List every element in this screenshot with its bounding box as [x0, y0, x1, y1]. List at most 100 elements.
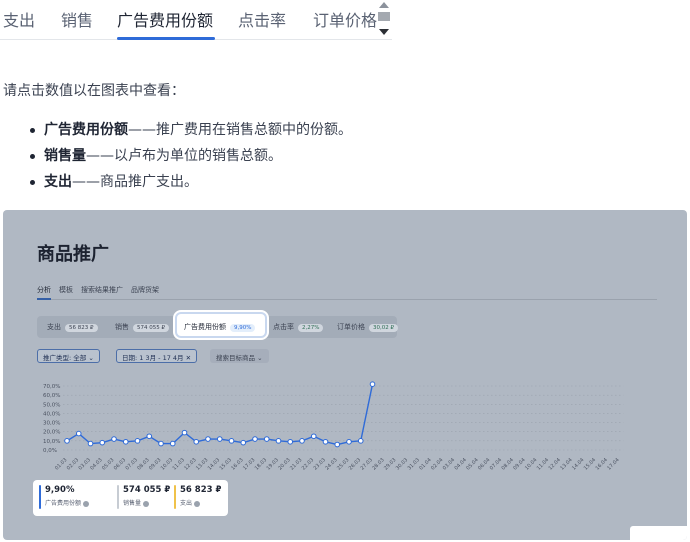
x-tick-label: 17.04	[606, 457, 620, 471]
x-tick-label: 07.03	[125, 457, 139, 471]
y-tick-label: 60,0%	[43, 393, 60, 399]
term: 支出	[44, 174, 72, 190]
data-point	[310, 433, 317, 440]
x-tick-label: 15.04	[583, 457, 597, 471]
x-tick-label: 08.04	[501, 457, 515, 471]
x-tick-label: 04.04	[454, 457, 468, 471]
metric-tab-strip: 支出 销售 广告费用份额 点击率 订单价格	[0, 0, 392, 40]
x-tick-label: 01.04	[418, 457, 432, 471]
x-tick-label: 13.03	[195, 457, 209, 471]
y-tick-label: 20,0%	[43, 430, 60, 436]
data-point	[346, 438, 352, 445]
data-point	[75, 430, 82, 437]
x-tick-label: 17.03	[242, 457, 256, 471]
x-tick-label: 02.04	[430, 457, 444, 471]
x-tick-label: 16.03	[230, 457, 244, 471]
x-tick-label: 29.03	[383, 457, 397, 471]
x-tick-label: 12.03	[183, 457, 197, 471]
x-tick-label: 14.04	[571, 457, 585, 471]
info-icon	[143, 500, 150, 507]
definition: ——以卢布为单位的销售总额。	[86, 148, 282, 164]
x-tick-label: 19.03	[266, 457, 280, 471]
scroll-down-icon[interactable]	[379, 29, 389, 35]
data-point	[111, 436, 117, 442]
data-point	[357, 438, 364, 444]
x-tick-label: 31.03	[407, 457, 421, 471]
x-tick-label: 21.03	[289, 457, 303, 471]
data-point	[228, 438, 235, 444]
x-tick-label: 26.03	[348, 457, 362, 471]
legend-color-bar	[117, 485, 119, 509]
legend-spend: 56 823 ₽ 支出	[174, 485, 221, 509]
x-tick-label: 25.03	[336, 457, 350, 471]
data-point	[158, 440, 164, 447]
data-point	[87, 440, 94, 447]
data-point	[205, 436, 211, 442]
series-line-ad-share	[66, 384, 374, 446]
data-point	[263, 436, 270, 442]
data-point	[99, 439, 106, 446]
metric-definitions: 广告费用份额——推广费用在销售总额中的份额。 销售量——以卢布为单位的销售总额。…	[30, 120, 352, 198]
data-point	[146, 433, 153, 440]
data-point	[193, 438, 200, 445]
x-tick-label: 24.03	[324, 457, 338, 471]
x-tick-label: 28.03	[371, 457, 385, 471]
data-point	[275, 438, 282, 444]
data-point	[134, 438, 141, 444]
legend-color-bar	[39, 485, 41, 509]
info-icon	[194, 500, 201, 507]
x-tick-label: 22.03	[301, 457, 315, 471]
x-tick-label: 05.03	[101, 457, 115, 471]
x-tick-label: 09.04	[512, 457, 526, 471]
data-point	[287, 438, 294, 445]
x-tick-label: 10.03	[160, 457, 174, 471]
x-tick-label: 11.03	[172, 457, 186, 471]
data-point	[334, 441, 341, 448]
x-tick-label: 05.04	[465, 457, 479, 471]
x-tick-label: 06.04	[477, 457, 491, 471]
data-point	[240, 439, 247, 446]
tab-ad-share[interactable]: 广告费用份额	[117, 7, 213, 31]
intro-text: 请点击数值以在图表中查看：	[3, 83, 185, 99]
y-tick-label: 0,0%	[43, 448, 57, 454]
data-point	[299, 438, 305, 444]
active-tab-indicator	[117, 37, 215, 40]
y-tick-label: 70,0%	[43, 384, 60, 390]
y-tick-label: 30,0%	[43, 421, 60, 427]
x-tick-label: 08.03	[136, 457, 150, 471]
x-tick-label: 13.04	[559, 457, 573, 471]
list-item: 广告费用份额——推广费用在销售总额中的份额。	[30, 120, 352, 146]
x-tick-label: 16.04	[595, 457, 609, 471]
data-point	[181, 429, 188, 436]
tab-scrollbar[interactable]	[376, 0, 392, 38]
promotion-screenshot: 商品推广 分析 模板 搜索结果推广 品牌货架 支出 56 823 ₽ 销售 574 055…	[3, 210, 687, 540]
x-tick-label: 09.03	[148, 457, 162, 471]
x-tick-label: 27.03	[360, 457, 374, 471]
list-item: 销售量——以卢布为单位的销售总额。	[30, 146, 352, 172]
data-point	[64, 438, 70, 444]
scroll-up-icon[interactable]	[379, 2, 389, 8]
x-tick-label: 14.03	[207, 457, 221, 471]
tab-spend[interactable]: 支出	[3, 7, 35, 31]
y-tick-label: 10,0%	[43, 439, 60, 445]
y-tick-label: 50,0%	[43, 402, 60, 408]
x-tick-label: 02.03	[66, 457, 80, 471]
data-point	[122, 438, 129, 445]
x-tick-label: 07.04	[489, 457, 503, 471]
x-tick-label: 12.04	[548, 457, 562, 471]
x-tick-label: 04.03	[89, 457, 103, 471]
term: 销售量	[44, 148, 86, 164]
scroll-thumb[interactable]	[378, 12, 390, 21]
tab-order-price[interactable]: 订单价格	[313, 7, 377, 31]
x-tick-label: 01.03	[54, 457, 68, 471]
data-point	[369, 381, 376, 387]
data-point	[322, 438, 329, 445]
data-point	[216, 436, 223, 442]
tab-sales[interactable]: 销售	[61, 7, 93, 31]
tab-ctr[interactable]: 点击率	[238, 7, 286, 31]
data-point	[252, 436, 258, 442]
x-tick-label: 03.03	[78, 457, 92, 471]
x-tick-label: 23.03	[313, 457, 327, 471]
definition: ——推广费用在销售总额中的份额。	[128, 122, 352, 138]
y-tick-label: 40,0%	[43, 411, 60, 417]
